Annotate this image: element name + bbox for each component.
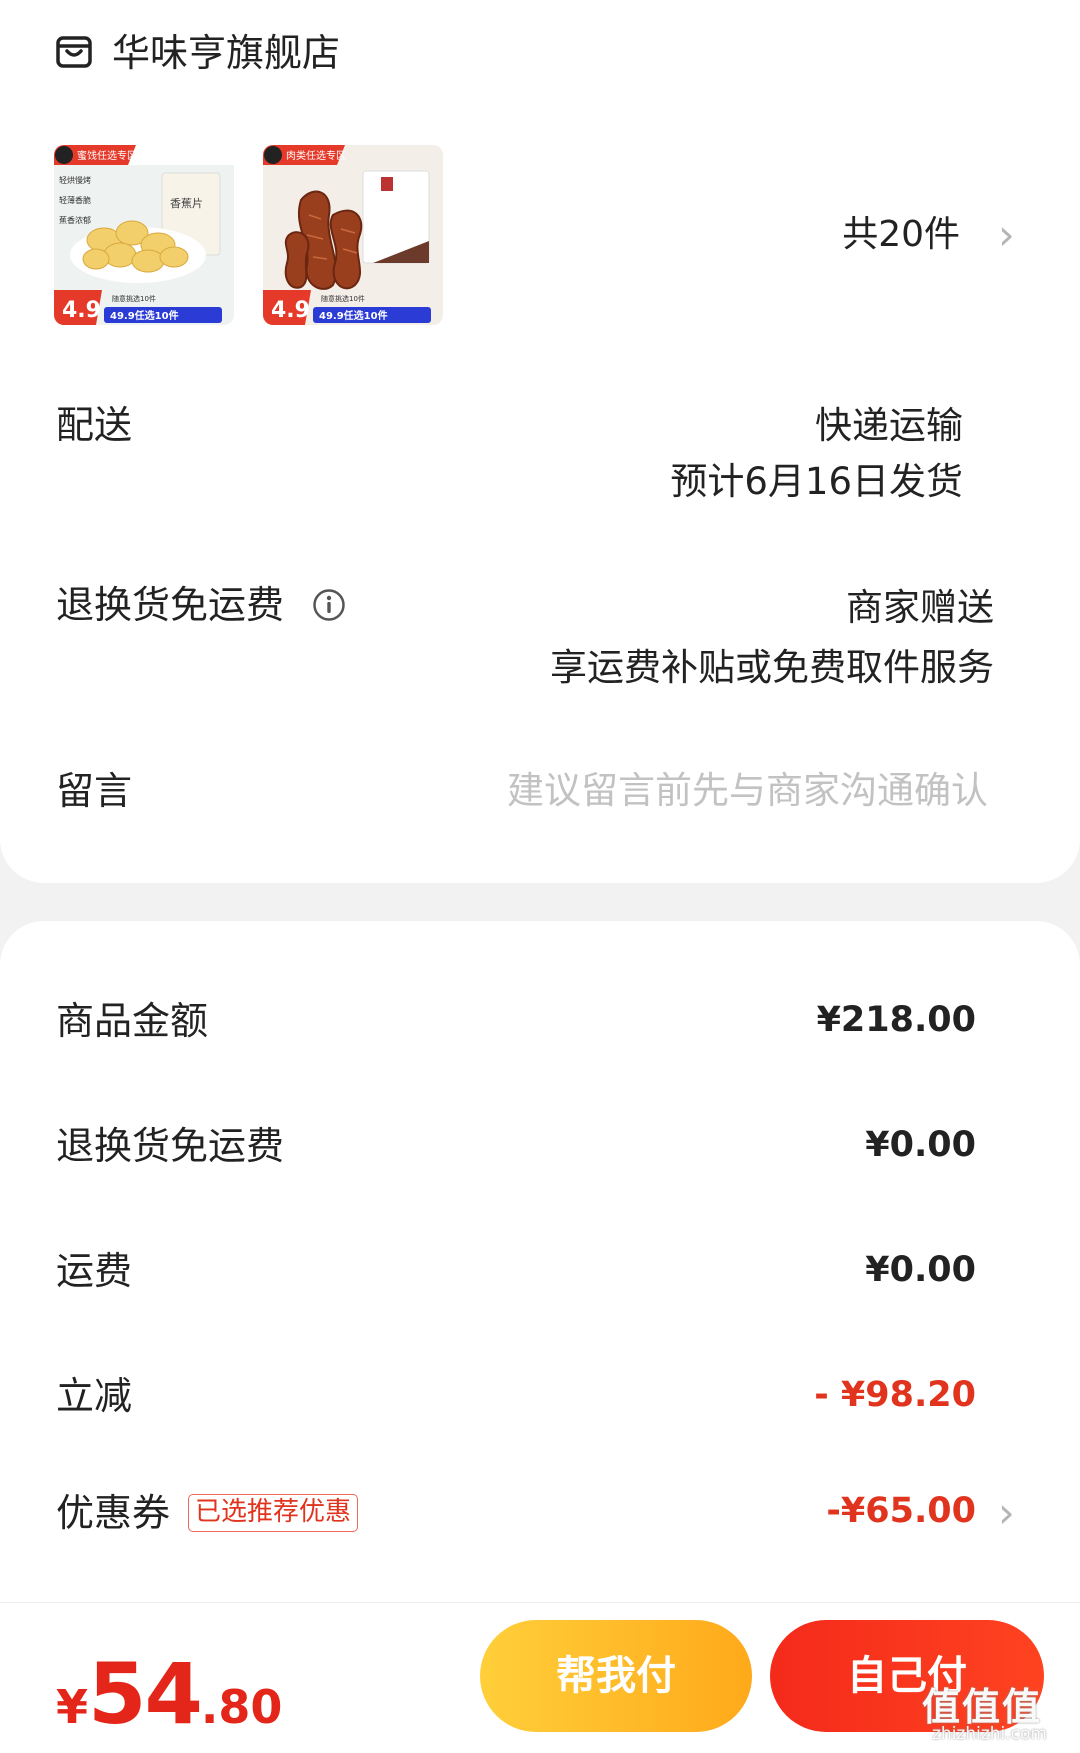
banner-text: 蜜饯任选专区 [77,149,137,162]
discount-value: - ¥98.20 [814,1375,976,1415]
discount-label: 立减 [56,1374,133,1418]
return-fee-label: 退换货免运费 [56,1124,285,1168]
svg-text:4.9: 4.9 [62,298,101,323]
delivery-eta: 预计6月16日发货 [670,460,963,503]
watermark-logo: 值值值 [922,1685,1043,1729]
banner-text: 肉类任选专区 [286,149,346,162]
chevron-right-icon[interactable]: › [998,210,1015,260]
goods-amount-value: ¥218.00 [816,1000,976,1040]
coupon-label: 优惠券 [56,1491,171,1535]
svg-text:4.9: 4.9 [271,298,310,323]
chevron-right-icon[interactable]: › [998,1488,1015,1538]
total-decimal: .80 [200,1680,283,1734]
svg-text:随意挑选10件: 随意挑选10件 [321,294,365,303]
message-input[interactable]: 建议留言前先与商家沟通确认 [507,764,988,818]
watermark-url: zhizhizhi.com [932,1724,1047,1744]
svg-text:香蕉片: 香蕉片 [170,197,203,210]
store-icon [56,36,92,68]
svg-text:蕉香浓郁: 蕉香浓郁 [59,215,91,225]
shipping-value: ¥0.00 [865,1250,976,1290]
currency-symbol: ¥ [56,1680,89,1734]
shipping-label: 运费 [56,1249,133,1293]
svg-text:轻薄香脆: 轻薄香脆 [59,195,91,205]
return-shipping-desc: 享运费补贴或免费取件服务 [550,646,994,689]
watermark: 值值值 zhizhizhi.com [922,1676,1070,1746]
product-thumbnail[interactable]: 蜜饯任选专区 轻烘慢烤 轻薄香脆 蕉香浓郁 香蕉片 4.9 随意挑选10件 49… [54,145,234,325]
store-name[interactable]: 华味亨旗舰店 [112,26,340,80]
total-integer: 54 [88,1645,203,1743]
delivery-label: 配送 [56,403,133,447]
svg-text:随意挑选10件: 随意挑选10件 [112,294,156,303]
delivery-method: 快递运输 [815,404,963,447]
svg-text:49.9任选10件: 49.9任选10件 [319,309,388,322]
svg-text:轻烘慢烤: 轻烘慢烤 [59,175,91,185]
coupon-value[interactable]: -¥65.00 [826,1486,976,1536]
return-fee-value: ¥0.00 [865,1125,976,1165]
svg-text:49.9任选10件: 49.9任选10件 [110,309,179,322]
total-price: ¥54.80 [56,1645,282,1743]
return-shipping-label: 退换货免运费 [56,583,285,627]
coupon-badge: 已选推荐优惠 [188,1494,359,1532]
help-pay-button[interactable]: 帮我付 [480,1620,752,1732]
message-label: 留言 [56,769,133,813]
return-shipping-value: 商家赠送 [846,586,994,629]
info-icon[interactable] [312,588,346,622]
item-count[interactable]: 共20件 [842,210,960,260]
goods-amount-label: 商品金额 [56,999,209,1043]
product-thumbnail[interactable]: 肉类任选专区 4.9 随意挑选10件 49.9任选10件 [263,145,443,325]
